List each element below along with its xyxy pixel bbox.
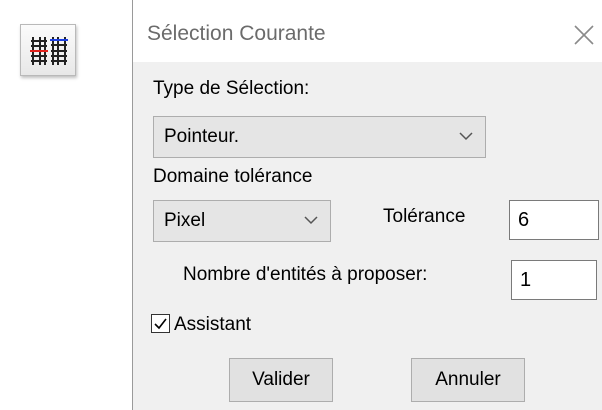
close-icon	[574, 25, 594, 45]
dialog-title: Sélection Courante	[147, 22, 326, 45]
selection-tool-button[interactable]	[20, 24, 76, 76]
title-bar: Sélection Courante	[133, 0, 602, 62]
selection-dialog: Sélection Courante Type de Sélection: Po…	[132, 0, 602, 410]
cancel-button[interactable]: Annuler	[411, 358, 525, 402]
entity-count-input[interactable]	[511, 260, 597, 300]
assistant-label: Assistant	[174, 314, 252, 335]
tolerance-domain-label: Domaine tolérance	[153, 166, 313, 187]
chevron-down-icon	[459, 132, 473, 141]
tolerance-input[interactable]	[509, 200, 599, 240]
selection-mode-icon	[30, 37, 68, 65]
tolerance-domain-value: Pixel	[164, 210, 206, 231]
ok-button[interactable]: Valider	[229, 358, 333, 402]
selection-type-label: Type de Sélection:	[153, 78, 310, 99]
tolerance-label: Tolérance	[383, 206, 466, 227]
assistant-checkbox[interactable]	[151, 314, 170, 333]
checkmark-icon	[154, 318, 167, 330]
selection-type-dropdown[interactable]: Pointeur.	[153, 116, 486, 158]
chevron-down-icon	[304, 216, 318, 225]
close-button[interactable]	[565, 14, 602, 54]
selection-type-value: Pointeur.	[164, 126, 239, 147]
entity-count-label: Nombre d'entités à proposer:	[183, 264, 428, 285]
screen: Sélection Courante Type de Sélection: Po…	[0, 0, 602, 410]
tolerance-domain-dropdown[interactable]: Pixel	[153, 200, 331, 242]
